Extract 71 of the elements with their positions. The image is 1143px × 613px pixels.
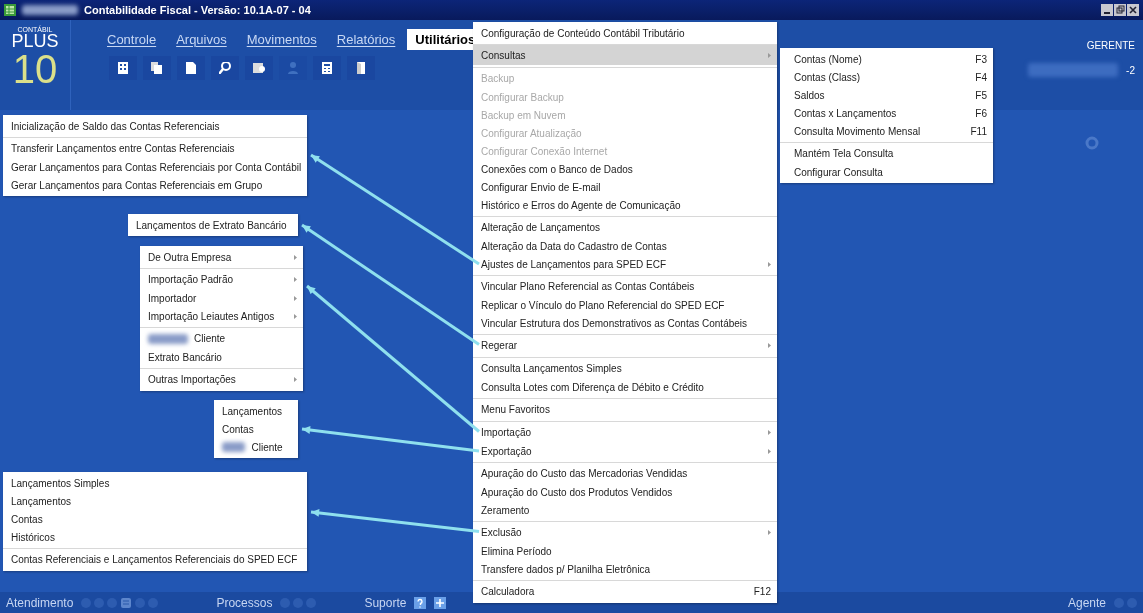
menu-item-label: Conexões com o Banco de Dados [481, 163, 634, 175]
menu-item-label: Consultas [481, 50, 527, 61]
logo-text: 10 [12, 49, 58, 89]
shortcut-label: F12 [753, 586, 771, 597]
shortcut-label: F11 [970, 125, 987, 137]
menu-item-label: Inicialização de Saldo das Contas Referenciais [11, 120, 221, 132]
menu-item-label: Importador [148, 292, 198, 304]
menu-item-label: Configuração de Conteúdo Contábil Tributário [481, 27, 686, 39]
window-title: Contabilidade Fiscal - Versão: 10.1A-07 - 04 [84, 4, 311, 16]
menu-item-label: Histórico e Erros do Agente de Comunicação [481, 199, 682, 211]
shortcut-label: F4 [975, 71, 987, 83]
menu-item-label: Contas (Class) [794, 71, 862, 83]
menu-item-label: Contas [11, 513, 44, 525]
menu-item-label: Menu Favoritos [481, 404, 551, 415]
menu-item-label: Configurar Conexão Internet [481, 145, 609, 157]
menu-item-label: Consulta Lotes com Diferença de Débito e Crédito [481, 381, 705, 393]
menu-item-label: Transfere dados p/ Planilha Eletrônica [481, 563, 652, 575]
menu-item-label: Gerar Lançamentos para Contas Referenciais em Grupo [11, 179, 264, 191]
menu-item-label: Saldos [794, 89, 826, 101]
menu-item-label: Extrato Bancário [148, 351, 223, 363]
menu-item-label: Exportação [481, 445, 533, 457]
menu-item-label: Apuração do Custo dos Produtos Vendidos [481, 486, 674, 498]
menu-item-label: Lançamentos [11, 495, 73, 507]
menu-item-label: Transferir Lançamentos entre Contas Referenciais [11, 143, 236, 154]
menu-item-label: Consulta Lançamentos Simples [481, 363, 623, 374]
menu-item-label: Configurar Consulta [794, 166, 884, 178]
menu-item-label: Ajustes de Lançamentos para SPED ECF [481, 258, 668, 270]
menu-item-label: De Outra Empresa [148, 251, 233, 263]
menu-item-label: Consulta Movimento Mensal [794, 125, 922, 137]
menu-item-label: Vincular Plano Referencial as Contas Contábeis [481, 281, 696, 292]
menu-item-label: Configurar Backup [481, 91, 565, 103]
menu-item-label: Regerar [481, 340, 519, 351]
menu-item-label: Contas Referenciais e Lançamentos Referenciais do SPED ECF [11, 554, 298, 565]
menu-item-label: Gerar Lançamentos para Contas Referenciais por Conta Contábil [11, 161, 302, 173]
menu-item-label: Lançamentos [222, 405, 283, 417]
menu-item-label: Calculadora [481, 586, 536, 597]
menu-item-label: Cliente [251, 441, 283, 453]
status-label: Processos [216, 595, 273, 610]
menu-item-label: Backup em Nuvem [481, 109, 567, 121]
menu-item-label: Zeramento [481, 504, 531, 516]
user-code: -2 [1126, 64, 1135, 76]
status-label: Atendimento [6, 595, 74, 610]
menu-item-label: Importação Leiautes Antigos [148, 310, 276, 322]
menu-item-label: Contas x Lançamentos [794, 107, 898, 119]
menu-item-label: Replicar o Vínculo do Plano Referencial do SPED ECF [481, 299, 726, 311]
menu-item-label: Contas (Nome) [794, 53, 863, 65]
menu-item-label: Elimina Período [481, 545, 553, 557]
menu-item-label: Exclusão [481, 527, 523, 538]
menu-item-label: Alteração da Data do Cadastro de Contas [481, 240, 668, 252]
shortcut-label: F3 [975, 53, 987, 65]
menu-item-label: Históricos [11, 531, 56, 543]
menu-item-label: Outras Importações [148, 374, 237, 385]
status-label: Suporte [364, 595, 407, 610]
menu-item-label: Importação Padrão [148, 274, 235, 285]
menu-item-label: Importação [481, 427, 533, 438]
user-role: GERENTE [1085, 40, 1135, 51]
menu-item-label: Mantém Tela Consulta [794, 148, 895, 159]
menu-item-label: Alteração de Lançamentos [481, 222, 601, 233]
menu-item-label: Vincular Estrutura dos Demonstrativos as Contas Contábeis [481, 317, 749, 329]
shortcut-label: F6 [975, 107, 987, 119]
menu-item-label: Configurar Atualização [481, 127, 583, 139]
menu-item-label: Lançamentos de Extrato Bancário [136, 219, 287, 231]
status-label: Agente [1067, 595, 1106, 610]
menu-item-label: Configurar Envio de E-mail [481, 181, 602, 193]
menu-item-label: Contas [222, 423, 255, 435]
menu-item-label: Cliente [194, 333, 227, 344]
menu-item-label: Apuração do Custo das Mercadorias Vendidas [481, 468, 689, 479]
logo-text: PLUS [11, 33, 59, 49]
menu-item-label: Lançamentos Simples [11, 477, 111, 489]
menu-item-label: Backup [481, 73, 516, 84]
shortcut-label: F5 [975, 89, 987, 101]
